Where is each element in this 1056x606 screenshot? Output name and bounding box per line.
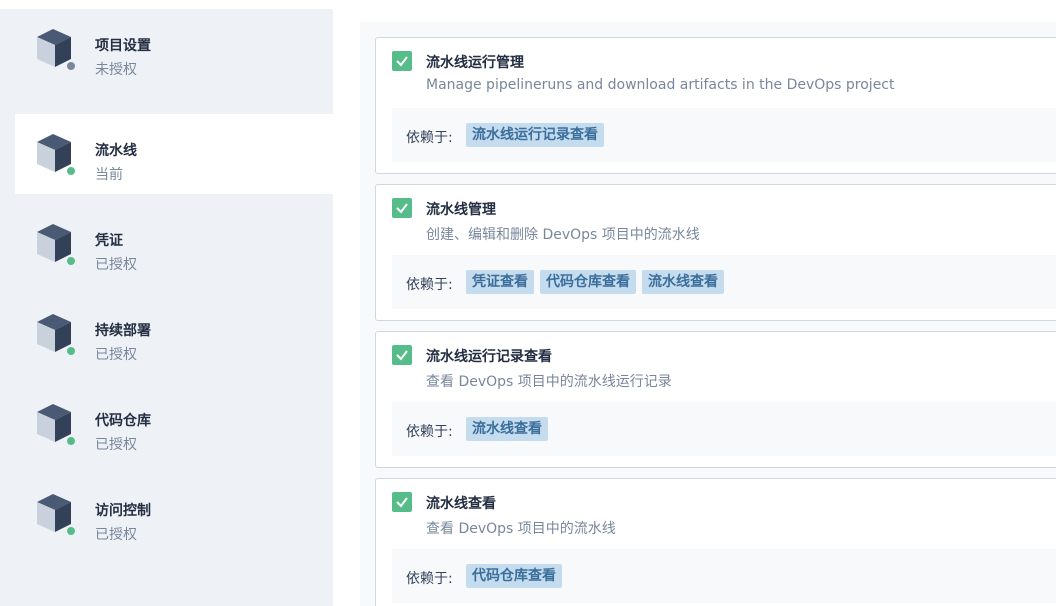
permission-description: Manage pipelineruns and download artifac…: [426, 77, 895, 93]
dependencies-row: 依赖于: 流水线运行记录查看: [392, 108, 1056, 162]
permission-card: 流水线管理 创建、编辑和删除 DevOps 项目中的流水线 依赖于: 凭证查看 …: [375, 184, 1056, 321]
permission-checkbox[interactable]: [392, 51, 412, 71]
sidebar-item-status: 未授权: [95, 62, 137, 78]
sidebar-item-title: 凭证: [95, 233, 123, 249]
permission-description: 创建、编辑和删除 DevOps 项目中的流水线: [426, 227, 700, 243]
dependency-tag: 代码仓库查看: [466, 564, 562, 588]
sidebar-item-title: 访问控制: [95, 503, 151, 519]
permission-description: 查看 DevOps 项目中的流水线运行记录: [426, 374, 672, 390]
status-dot: [65, 435, 77, 447]
sidebar-item-status: 已授权: [95, 437, 137, 453]
dependency-tag: 流水线运行记录查看: [466, 123, 604, 147]
sidebar-item-status: 已授权: [95, 347, 137, 363]
sidebar-item-access-control[interactable]: 访问控制 已授权: [15, 474, 333, 554]
status-dot: [65, 60, 77, 72]
sidebar-item-continuous-deployment[interactable]: 持续部署 已授权: [15, 294, 333, 374]
dependency-tag: 流水线查看: [466, 417, 548, 441]
dependencies-row: 依赖于: 流水线查看: [392, 402, 1056, 456]
permission-checkbox[interactable]: [392, 345, 412, 365]
permission-card: 流水线运行管理 Manage pipelineruns and download…: [375, 37, 1056, 174]
permission-title: 流水线运行管理: [426, 55, 524, 71]
permission-title: 流水线运行记录查看: [426, 349, 552, 365]
dependency-tag: 代码仓库查看: [540, 270, 636, 294]
sidebar: 项目设置 未授权 流水线 当前 凭证 已授权 持续部署 已授权 代码仓库 已授权…: [0, 9, 333, 606]
dependencies-row: 依赖于: 代码仓库查看: [392, 549, 1056, 603]
checkmark-icon: [396, 350, 408, 361]
permission-card: 流水线查看 查看 DevOps 项目中的流水线 依赖于: 代码仓库查看: [375, 478, 1056, 606]
permission-title: 流水线管理: [426, 202, 496, 218]
sidebar-item-code-repository[interactable]: 代码仓库 已授权: [15, 384, 333, 464]
permission-checkbox[interactable]: [392, 198, 412, 218]
cube-icon: [37, 224, 77, 267]
cube-icon: [37, 29, 77, 72]
dependency-tag: 流水线查看: [642, 270, 724, 294]
sidebar-item-title: 持续部署: [95, 323, 151, 339]
permission-checkbox[interactable]: [392, 492, 412, 512]
dependency-tag: 凭证查看: [466, 270, 534, 294]
dependencies-label: 依赖于:: [406, 130, 453, 146]
status-dot: [65, 345, 77, 357]
checkmark-icon: [396, 56, 408, 67]
permission-card: 流水线运行记录查看 查看 DevOps 项目中的流水线运行记录 依赖于: 流水线…: [375, 331, 1056, 468]
cube-icon: [37, 134, 77, 177]
cube-icon: [37, 404, 77, 447]
checkmark-icon: [396, 497, 408, 508]
cube-icon: [37, 314, 77, 357]
status-dot: [65, 255, 77, 267]
permission-title: 流水线查看: [426, 496, 496, 512]
cube-icon: [37, 494, 77, 537]
sidebar-item-title: 流水线: [95, 143, 137, 159]
sidebar-item-title: 代码仓库: [95, 413, 151, 429]
dependencies-label: 依赖于:: [406, 277, 453, 293]
sidebar-item-status: 已授权: [95, 257, 137, 273]
sidebar-item-status: 已授权: [95, 527, 137, 543]
status-dot: [65, 525, 77, 537]
dependencies-row: 依赖于: 凭证查看 代码仓库查看 流水线查看: [392, 255, 1056, 309]
sidebar-item-title: 项目设置: [95, 38, 151, 54]
sidebar-item-pipeline[interactable]: 流水线 当前: [15, 114, 333, 194]
dependencies-label: 依赖于:: [406, 571, 453, 587]
sidebar-item-status: 当前: [95, 167, 123, 183]
sidebar-item-credentials[interactable]: 凭证 已授权: [15, 204, 333, 284]
permission-description: 查看 DevOps 项目中的流水线: [426, 521, 616, 537]
sidebar-item-project-settings[interactable]: 项目设置 未授权: [15, 9, 333, 89]
dependencies-label: 依赖于:: [406, 424, 453, 440]
status-dot: [65, 165, 77, 177]
checkmark-icon: [396, 203, 408, 214]
